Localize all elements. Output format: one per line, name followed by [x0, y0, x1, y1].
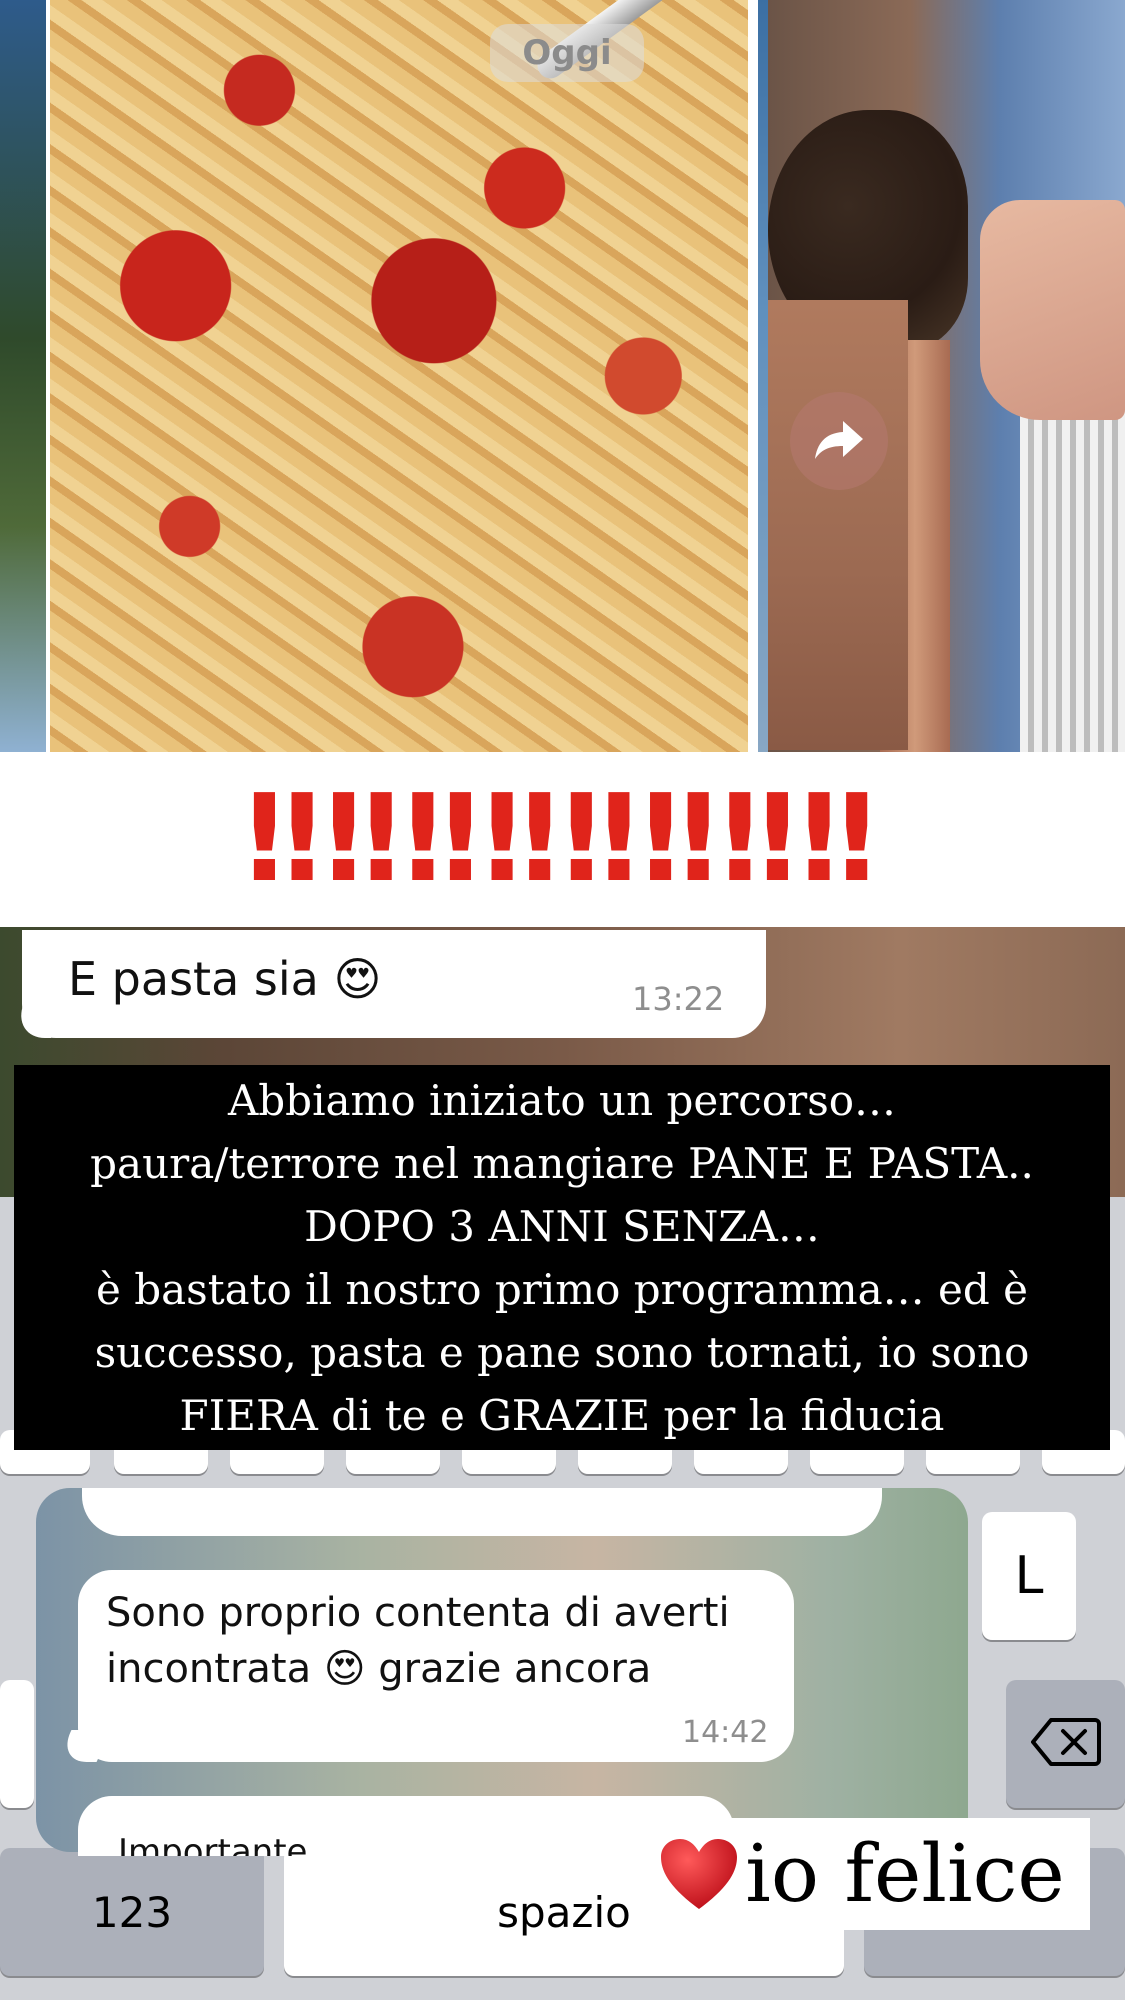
message-time: 14:42: [682, 1715, 769, 1750]
backspace-key[interactable]: [1006, 1680, 1125, 1808]
shift-key[interactable]: [0, 1680, 34, 1808]
message-time: 13:22: [632, 980, 725, 1018]
caption-line: successo, pasta e pane sono tornati, io …: [94, 1328, 1030, 1377]
forward-button[interactable]: [790, 392, 888, 490]
message-text: E pasta sia 😍: [68, 952, 382, 1006]
exclamation-marks: ‼‼‼‼‼‼‼‼: [245, 769, 880, 909]
date-pill: Oggi: [490, 24, 644, 82]
sticker-text: io felice: [745, 1827, 1065, 1920]
numbers-key[interactable]: 123: [0, 1848, 264, 1976]
photo-railing: [1020, 400, 1125, 752]
forward-icon: [813, 417, 865, 465]
message-text-line: incontrata 😍 grazie ancora: [106, 1646, 652, 1692]
exclamation-banner: ‼‼‼‼‼‼‼‼: [0, 752, 1125, 927]
caption-line: DOPO 3 ANNI SENZA…: [304, 1202, 820, 1251]
heart-icon: [659, 1834, 739, 1914]
caption-line: FIERA di te e GRAZIE per la fiducia: [179, 1391, 945, 1440]
message-text: Importante: [118, 1832, 308, 1856]
photo-hand-region: [980, 200, 1125, 420]
message-text-line: Sono proprio contenta di averti: [106, 1590, 730, 1636]
photo-face-region: [768, 300, 908, 750]
key-l[interactable]: L: [982, 1512, 1076, 1640]
caption-line: è bastato il nostro primo programma… ed …: [96, 1265, 1028, 1314]
story-caption: Abbiamo iniziato un percorso… paura/terr…: [14, 1065, 1110, 1450]
caption-line: paura/terrore nel mangiare PANE E PASTA.…: [90, 1139, 1034, 1188]
photo-left-edge: [0, 0, 46, 752]
backspace-icon: [1030, 1717, 1101, 1771]
text-sticker: io felice: [634, 1818, 1090, 1930]
caption-line: Abbiamo iniziato un percorso…: [227, 1076, 897, 1125]
pasta-photo[interactable]: [46, 0, 758, 752]
reaction-bar[interactable]: [82, 1488, 882, 1536]
